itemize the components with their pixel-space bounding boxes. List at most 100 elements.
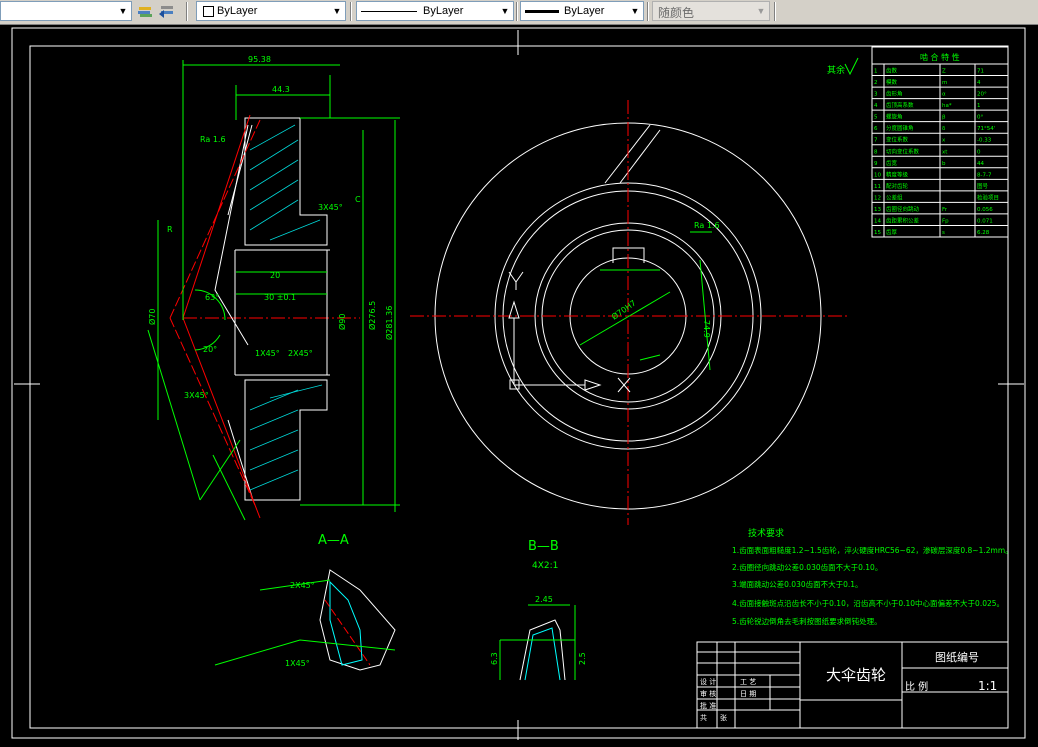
section-labels: A—A B—B 4X2:1 xyxy=(318,533,559,571)
chevron-down-icon: ▼ xyxy=(756,6,766,16)
dim-hub-width: 30 ±0.1 xyxy=(264,293,296,302)
param-cell: x xyxy=(942,138,946,144)
param-cell: 0.056 xyxy=(977,207,993,213)
plotstyle-combo[interactable]: 随颜色 ▼ xyxy=(652,1,770,21)
param-cell: 变位系数 xyxy=(886,136,909,144)
scale-label: 比 例 xyxy=(905,680,928,693)
svg-text:共: 共 xyxy=(700,713,707,722)
layer-combo[interactable]: ▼ xyxy=(0,1,132,21)
param-cell: 8-7-7 xyxy=(977,172,992,178)
tech-note: 5.齿轮锐边倒角去毛刺按图纸要求倒钝处理。 xyxy=(732,616,882,626)
dim-total-width: 95.38 xyxy=(248,55,271,64)
gear-front-view: Ø70H7 74.9 Ra 1.6 xyxy=(410,100,848,525)
param-cell: 10 xyxy=(874,172,881,178)
toolbar-separator xyxy=(350,2,352,21)
param-cell: 齿圈径向跳动 xyxy=(886,205,920,213)
toolbar-separator xyxy=(186,2,188,21)
tech-note: 3.端面跳动公差0.030齿面不大于0.1。 xyxy=(732,579,863,589)
layer-previous-icon[interactable] xyxy=(158,2,176,20)
svg-text:审 核: 审 核 xyxy=(700,689,716,698)
param-cell: 1 xyxy=(874,69,878,75)
param-cell: 71°54' xyxy=(977,126,995,132)
section-b-view: 2.45 6.3 2.5 xyxy=(490,595,587,681)
lineweight-combo[interactable]: ByLayer ▼ xyxy=(520,1,644,21)
sec-a-chamfer-bot: 1X45° xyxy=(285,659,310,668)
param-cell: 2 xyxy=(874,80,878,86)
color-swatch-icon xyxy=(203,6,214,17)
param-cell: 7 xyxy=(874,138,878,144)
drawing-number-label: 图纸编号 xyxy=(935,650,979,664)
section-a-label: A—A xyxy=(318,533,349,548)
param-cell: 检验项目 xyxy=(977,193,999,201)
section-a-view: 2X45° 1X45° xyxy=(214,569,396,671)
param-cell: 切向变位系数 xyxy=(886,147,920,155)
svg-text:批 准: 批 准 xyxy=(700,701,716,710)
param-cell: 配对齿轮 xyxy=(886,182,909,190)
param-cell: 1 xyxy=(977,103,981,109)
param-cell: Fr xyxy=(942,207,948,213)
param-cell: 13 xyxy=(874,207,881,213)
dim-outer-dia: Ø281.36 xyxy=(384,306,394,340)
dim-hub-dia: Ø90 xyxy=(337,314,347,330)
toolbar-separator xyxy=(516,2,518,21)
param-cell: 11 xyxy=(874,184,881,190)
param-cell: 齿厚 xyxy=(886,229,898,236)
dim-ra-2: Ra 1.6 xyxy=(694,221,720,230)
param-cell: 精度等级 xyxy=(886,170,909,178)
dim-chamfer-2: 2X45° xyxy=(288,349,313,358)
param-cell: 分度圆锥角 xyxy=(886,124,914,132)
tech-note: 1.齿面表面粗糙度1.2~1.5齿轮，淬火硬度HRC56~62，渗碳层深度0.8… xyxy=(732,545,1013,555)
linetype-preview-icon xyxy=(361,11,417,12)
gear-section-view: 95.38 44.3 30 ±0.1 20 3X45° 1X45° 2X45° … xyxy=(147,55,400,521)
layer-states-icon[interactable] xyxy=(136,2,154,20)
param-cell: 齿数 xyxy=(886,67,898,75)
dim-key-height: 74.9 xyxy=(702,320,711,338)
param-cell: 9 xyxy=(874,161,878,167)
drawing-canvas[interactable]: 95.38 44.3 30 ±0.1 20 3X45° 1X45° 2X45° … xyxy=(0,25,1038,747)
linetype-combo[interactable]: ByLayer ▼ xyxy=(356,1,514,21)
properties-toolbar: ▼ ByLayer ▼ ByLayer ▼ ByLayer ▼ 随颜色 ▼ xyxy=(0,0,1038,25)
tech-title: 技术要求 xyxy=(748,527,784,539)
param-cell: 图号 xyxy=(977,182,989,190)
param-cell: 71 xyxy=(977,69,984,75)
param-cell: xt xyxy=(942,149,948,155)
chevron-down-icon: ▼ xyxy=(500,6,510,16)
svg-text:张: 张 xyxy=(720,713,727,722)
toolbar-separator xyxy=(774,2,776,21)
param-cell: 0.071 xyxy=(977,218,993,224)
section-b-label: B—B xyxy=(528,539,559,554)
param-cell: 5 xyxy=(874,115,878,121)
svg-text:啮 合 特 性: 啮 合 特 性 xyxy=(920,52,960,62)
param-cell: δ xyxy=(942,126,946,132)
surface-note: 其余 xyxy=(827,57,859,76)
param-cell: 公差组 xyxy=(886,193,903,201)
param-cell: α xyxy=(942,92,946,98)
param-cell: 模数 xyxy=(886,78,898,86)
svg-text:工 艺: 工 艺 xyxy=(740,678,756,686)
dim-chamfer-3b: 3X45° xyxy=(184,391,209,400)
color-combo[interactable]: ByLayer ▼ xyxy=(196,1,346,21)
tech-note: 2.齿圈径向跳动公差0.030齿面不大于0.10。 xyxy=(732,562,882,572)
param-cell: β xyxy=(942,115,946,121)
param-cell: 齿顶高系数 xyxy=(886,101,914,109)
param-cell: 12 xyxy=(874,195,881,201)
sec-b-dim-right: 2.5 xyxy=(578,652,587,665)
dim-ra: Ra 1.6 xyxy=(200,135,226,144)
param-cell: 齿宽 xyxy=(886,159,898,167)
param-cell: 44 xyxy=(977,161,984,167)
sec-b-dim-top: 2.45 xyxy=(535,595,553,604)
param-cell: m xyxy=(942,80,947,86)
param-cell: 0 xyxy=(977,149,981,155)
part-name: 大伞齿轮 xyxy=(826,666,886,684)
lineweight-preview-icon xyxy=(525,10,559,13)
param-cell: 14 xyxy=(874,218,881,224)
param-cell: 4 xyxy=(874,103,878,109)
param-cell: 20° xyxy=(977,92,987,98)
param-cell: s xyxy=(942,230,945,236)
chevron-down-icon: ▼ xyxy=(332,6,342,16)
param-cell: Z xyxy=(942,69,946,75)
dim-key-width: 20 xyxy=(270,271,280,280)
param-cell: ha* xyxy=(942,103,952,109)
param-cell: 齿距累积公差 xyxy=(886,216,920,224)
param-cell: 3 xyxy=(874,92,878,98)
